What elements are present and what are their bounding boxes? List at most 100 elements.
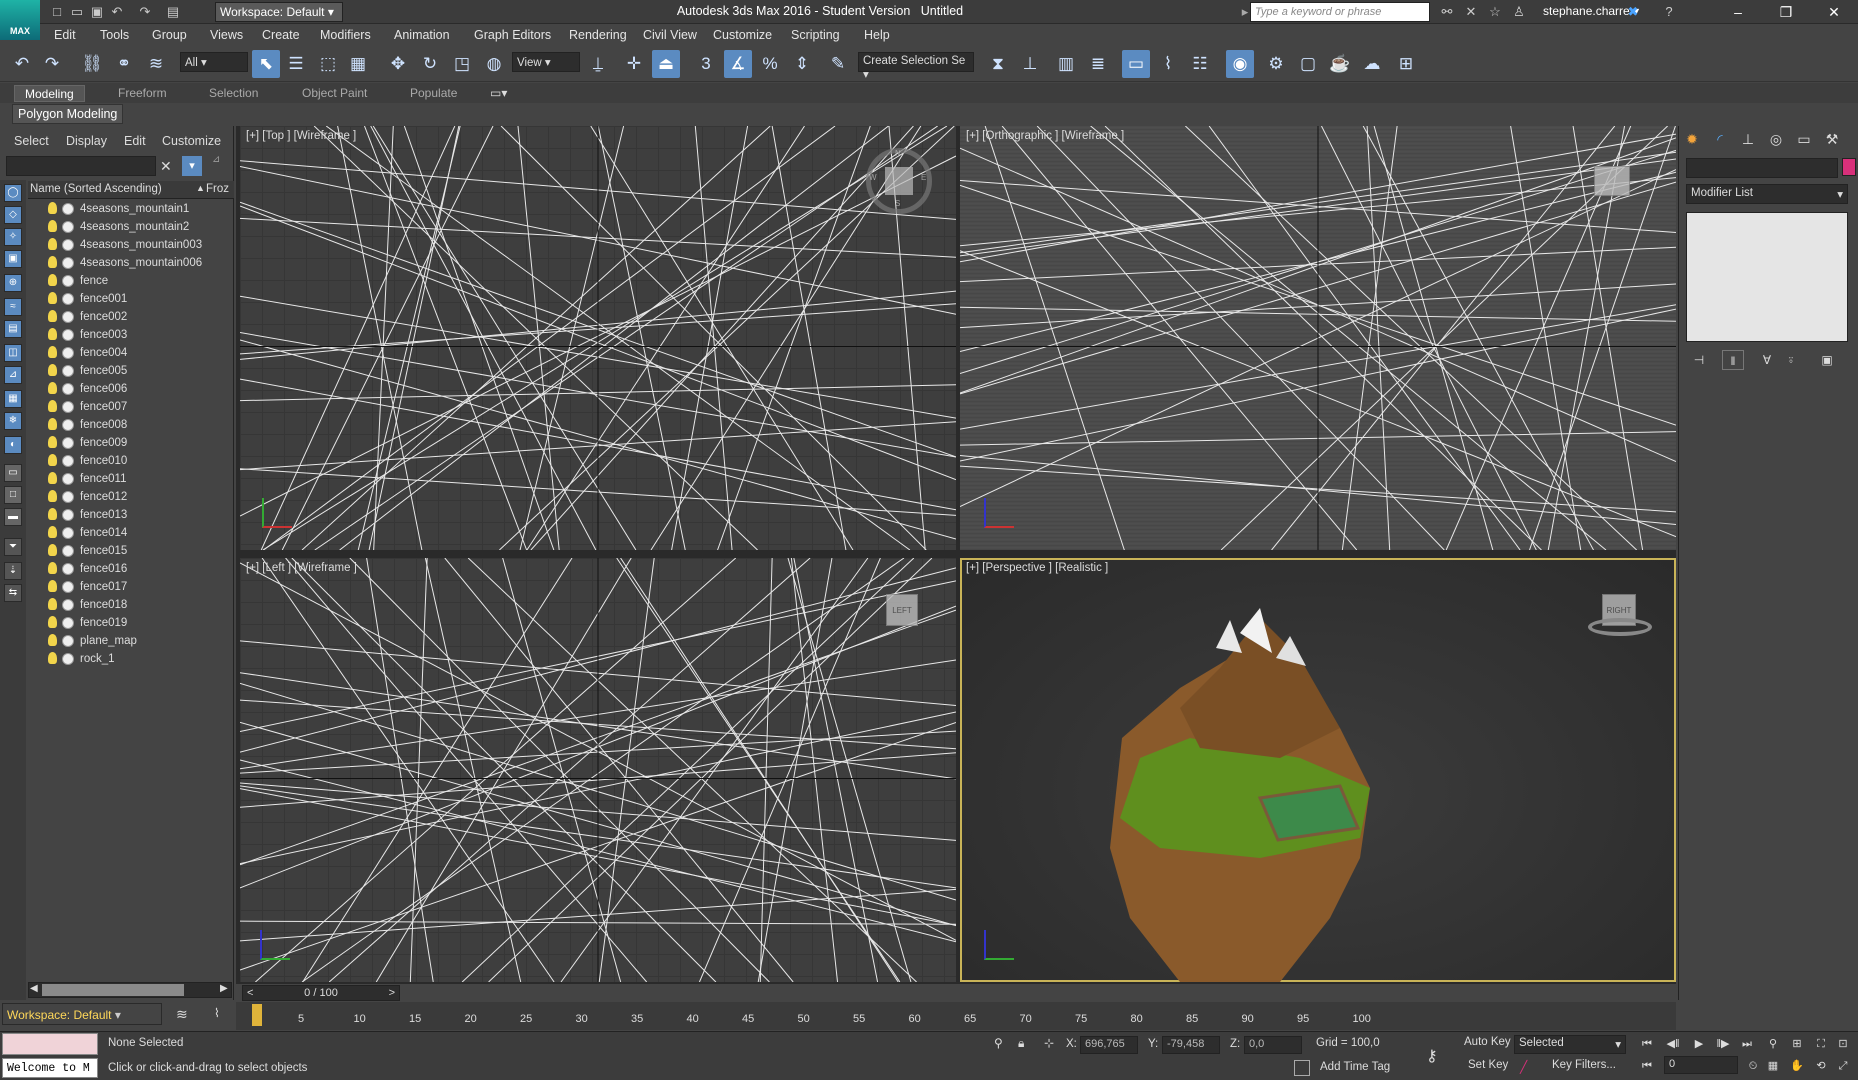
visibility-icon[interactable] — [62, 491, 74, 503]
visibility-icon[interactable] — [62, 635, 74, 647]
viewport-perspective[interactable]: [+] [Perspective ] [Realistic ] RIGHT — [960, 558, 1676, 982]
scene-menu-edit[interactable]: Edit — [124, 134, 146, 148]
time-tag-icon[interactable] — [1294, 1060, 1310, 1076]
menu-help[interactable]: Help — [864, 28, 890, 42]
undo-icon[interactable]: ↶ — [8, 50, 36, 78]
ribbon-tab-selection[interactable]: Selection — [209, 86, 258, 100]
go-to-start-icon[interactable]: ⏮ — [1636, 1034, 1658, 1054]
visibility-icon[interactable] — [62, 599, 74, 611]
scale-icon[interactable]: ◳ — [448, 50, 476, 78]
default-tangents-icon[interactable]: ╱ — [1520, 1060, 1527, 1074]
visibility-icon[interactable] — [62, 437, 74, 449]
named-selection-dropdown[interactable]: Create Selection Se ▾ — [858, 52, 974, 81]
visibility-icon[interactable] — [62, 509, 74, 521]
pan-view-icon[interactable]: ✋ — [1786, 1056, 1808, 1076]
name-column-header[interactable]: Name (Sorted Ascending) — [30, 183, 162, 195]
time-next-icon[interactable]: > — [389, 986, 395, 1000]
scene-menu-customize[interactable]: Customize — [162, 134, 221, 148]
make-unique-icon[interactable]: ∀ — [1756, 350, 1778, 370]
visibility-icon[interactable] — [62, 257, 74, 269]
subscription-icon[interactable]: ✕ — [1462, 3, 1480, 21]
scrollbar-thumb[interactable] — [42, 984, 184, 996]
lightbulb-icon[interactable] — [48, 562, 57, 574]
display-spacewarps-icon[interactable]: ≈ — [4, 298, 22, 316]
list-item[interactable]: fence001 — [28, 290, 234, 308]
field-of-view-icon[interactable]: ▦ — [1762, 1056, 1784, 1076]
list-item[interactable]: fence006 — [28, 380, 234, 398]
list-item[interactable]: fence018 — [28, 596, 234, 614]
sync-selection-icon[interactable]: ⇆ — [4, 584, 22, 602]
material-editor-icon[interactable]: ◉ — [1226, 50, 1254, 78]
motion-tab-icon[interactable]: ◎ — [1764, 128, 1788, 150]
display-none-icon[interactable]: □ — [4, 486, 22, 504]
list-item[interactable]: 4seasons_mountain1 — [28, 200, 234, 218]
display-xrefs-icon[interactable]: ◫ — [4, 344, 22, 362]
lightbulb-icon[interactable] — [48, 346, 57, 358]
maxscript-listener-mini[interactable] — [2, 1033, 98, 1055]
render-online-icon[interactable]: ⊞ — [1392, 50, 1420, 78]
viewport-orthographic[interactable]: [+] [Orthographic ] [Wireframe ] — [960, 126, 1676, 550]
lightbulb-icon[interactable] — [48, 652, 57, 664]
list-item[interactable]: 4seasons_mountain003 — [28, 236, 234, 254]
hierarchy-tab-icon[interactable]: ⊥ — [1736, 128, 1760, 150]
layers-icon[interactable]: ≋ — [176, 1006, 188, 1023]
scene-explorer-toggle-icon[interactable]: ▥ — [1052, 50, 1080, 78]
time-config-icon[interactable]: ⏲ — [1742, 1056, 1764, 1076]
visibility-icon[interactable] — [62, 581, 74, 593]
zoom-extents-all-icon[interactable]: ⊡ — [1832, 1034, 1854, 1054]
link-icon[interactable]: ⛓ — [78, 50, 106, 78]
list-item[interactable]: plane_map — [28, 632, 234, 650]
spinner-snap-icon[interactable]: ⇕ — [788, 50, 816, 78]
help-icon[interactable]: ? — [1660, 3, 1678, 21]
menu-group[interactable]: Group — [152, 28, 187, 42]
open-file-icon[interactable]: ▭ — [68, 3, 86, 21]
menu-create[interactable]: Create — [262, 28, 300, 42]
list-item[interactable]: fence015 — [28, 542, 234, 560]
list-item[interactable]: fence011 — [28, 470, 234, 488]
list-item[interactable]: fence005 — [28, 362, 234, 380]
ribbon-toggle-icon[interactable]: ▭ — [1122, 50, 1150, 78]
minimize-button[interactable]: – — [1718, 0, 1758, 24]
display-groups-icon[interactable]: ▤ — [4, 320, 22, 338]
render-iterative-icon[interactable]: ☁ — [1358, 50, 1386, 78]
list-item[interactable]: fence008 — [28, 416, 234, 434]
move-icon[interactable]: ✥ — [384, 50, 412, 78]
display-helpers-icon[interactable]: ⊕ — [4, 274, 22, 292]
render-setup-icon[interactable]: ⚙ — [1262, 50, 1290, 78]
time-prev-icon[interactable]: < — [247, 986, 253, 1000]
modifier-list-dropdown[interactable]: Modifier List ▾ — [1686, 184, 1848, 204]
list-item[interactable]: 4seasons_mountain006 — [28, 254, 234, 272]
selection-filter-dropdown[interactable]: All ▾ — [180, 52, 248, 72]
app-logo-button[interactable]: MAX — [0, 0, 40, 40]
track-bar[interactable]: 5 10 15 20 25 30 35 40 45 50 55 60 65 70 75 80 85 90 95 100 — [236, 1002, 1676, 1030]
workspace-selector[interactable]: Workspace: Default ▾ — [2, 1003, 162, 1025]
redo-icon[interactable]: ↷ — [136, 3, 154, 21]
render-production-icon[interactable]: ☕ — [1326, 50, 1354, 78]
lightbulb-icon[interactable] — [48, 400, 57, 412]
lightbulb-icon[interactable] — [48, 526, 57, 538]
visibility-icon[interactable] — [62, 347, 74, 359]
window-crossing-icon[interactable]: ▦ — [344, 50, 372, 78]
set-key-icon[interactable]: ⚷ — [1426, 1046, 1438, 1066]
visibility-icon[interactable] — [62, 419, 74, 431]
selection-lock-icon[interactable]: 🔒︎ — [1018, 1036, 1024, 1051]
viewport-left-label[interactable]: [+] [Left ] [Wireframe ] — [246, 562, 357, 574]
curve-editor-icon[interactable]: ⌇ — [1154, 50, 1182, 78]
viewcube-top-face[interactable] — [885, 167, 913, 195]
lightbulb-icon[interactable] — [48, 310, 57, 322]
rectangular-selection-icon[interactable]: ⬚ — [314, 50, 342, 78]
remove-modifier-icon[interactable]: ⍤ — [1780, 350, 1802, 370]
key-filters-button[interactable]: Key Filters... — [1552, 1059, 1616, 1071]
viewport-persp-label[interactable]: [+] [Perspective ] [Realistic ] — [966, 562, 1108, 574]
list-item[interactable]: fence012 — [28, 488, 234, 506]
visibility-icon[interactable] — [62, 617, 74, 629]
display-tab-icon[interactable]: ▭ — [1792, 128, 1816, 150]
lightbulb-icon[interactable] — [48, 202, 57, 214]
user-icon[interactable]: ♙ — [1510, 3, 1528, 21]
absolute-mode-icon[interactable]: ⊹ — [1044, 1036, 1054, 1050]
restore-button[interactable]: ❐ — [1766, 0, 1806, 24]
workspace-dropdown[interactable]: Workspace: Default ▾ — [215, 2, 343, 22]
lightbulb-icon[interactable] — [48, 616, 57, 628]
pin-stack-icon[interactable]: ⊣ — [1688, 350, 1710, 370]
menu-animation[interactable]: Animation — [394, 28, 450, 42]
